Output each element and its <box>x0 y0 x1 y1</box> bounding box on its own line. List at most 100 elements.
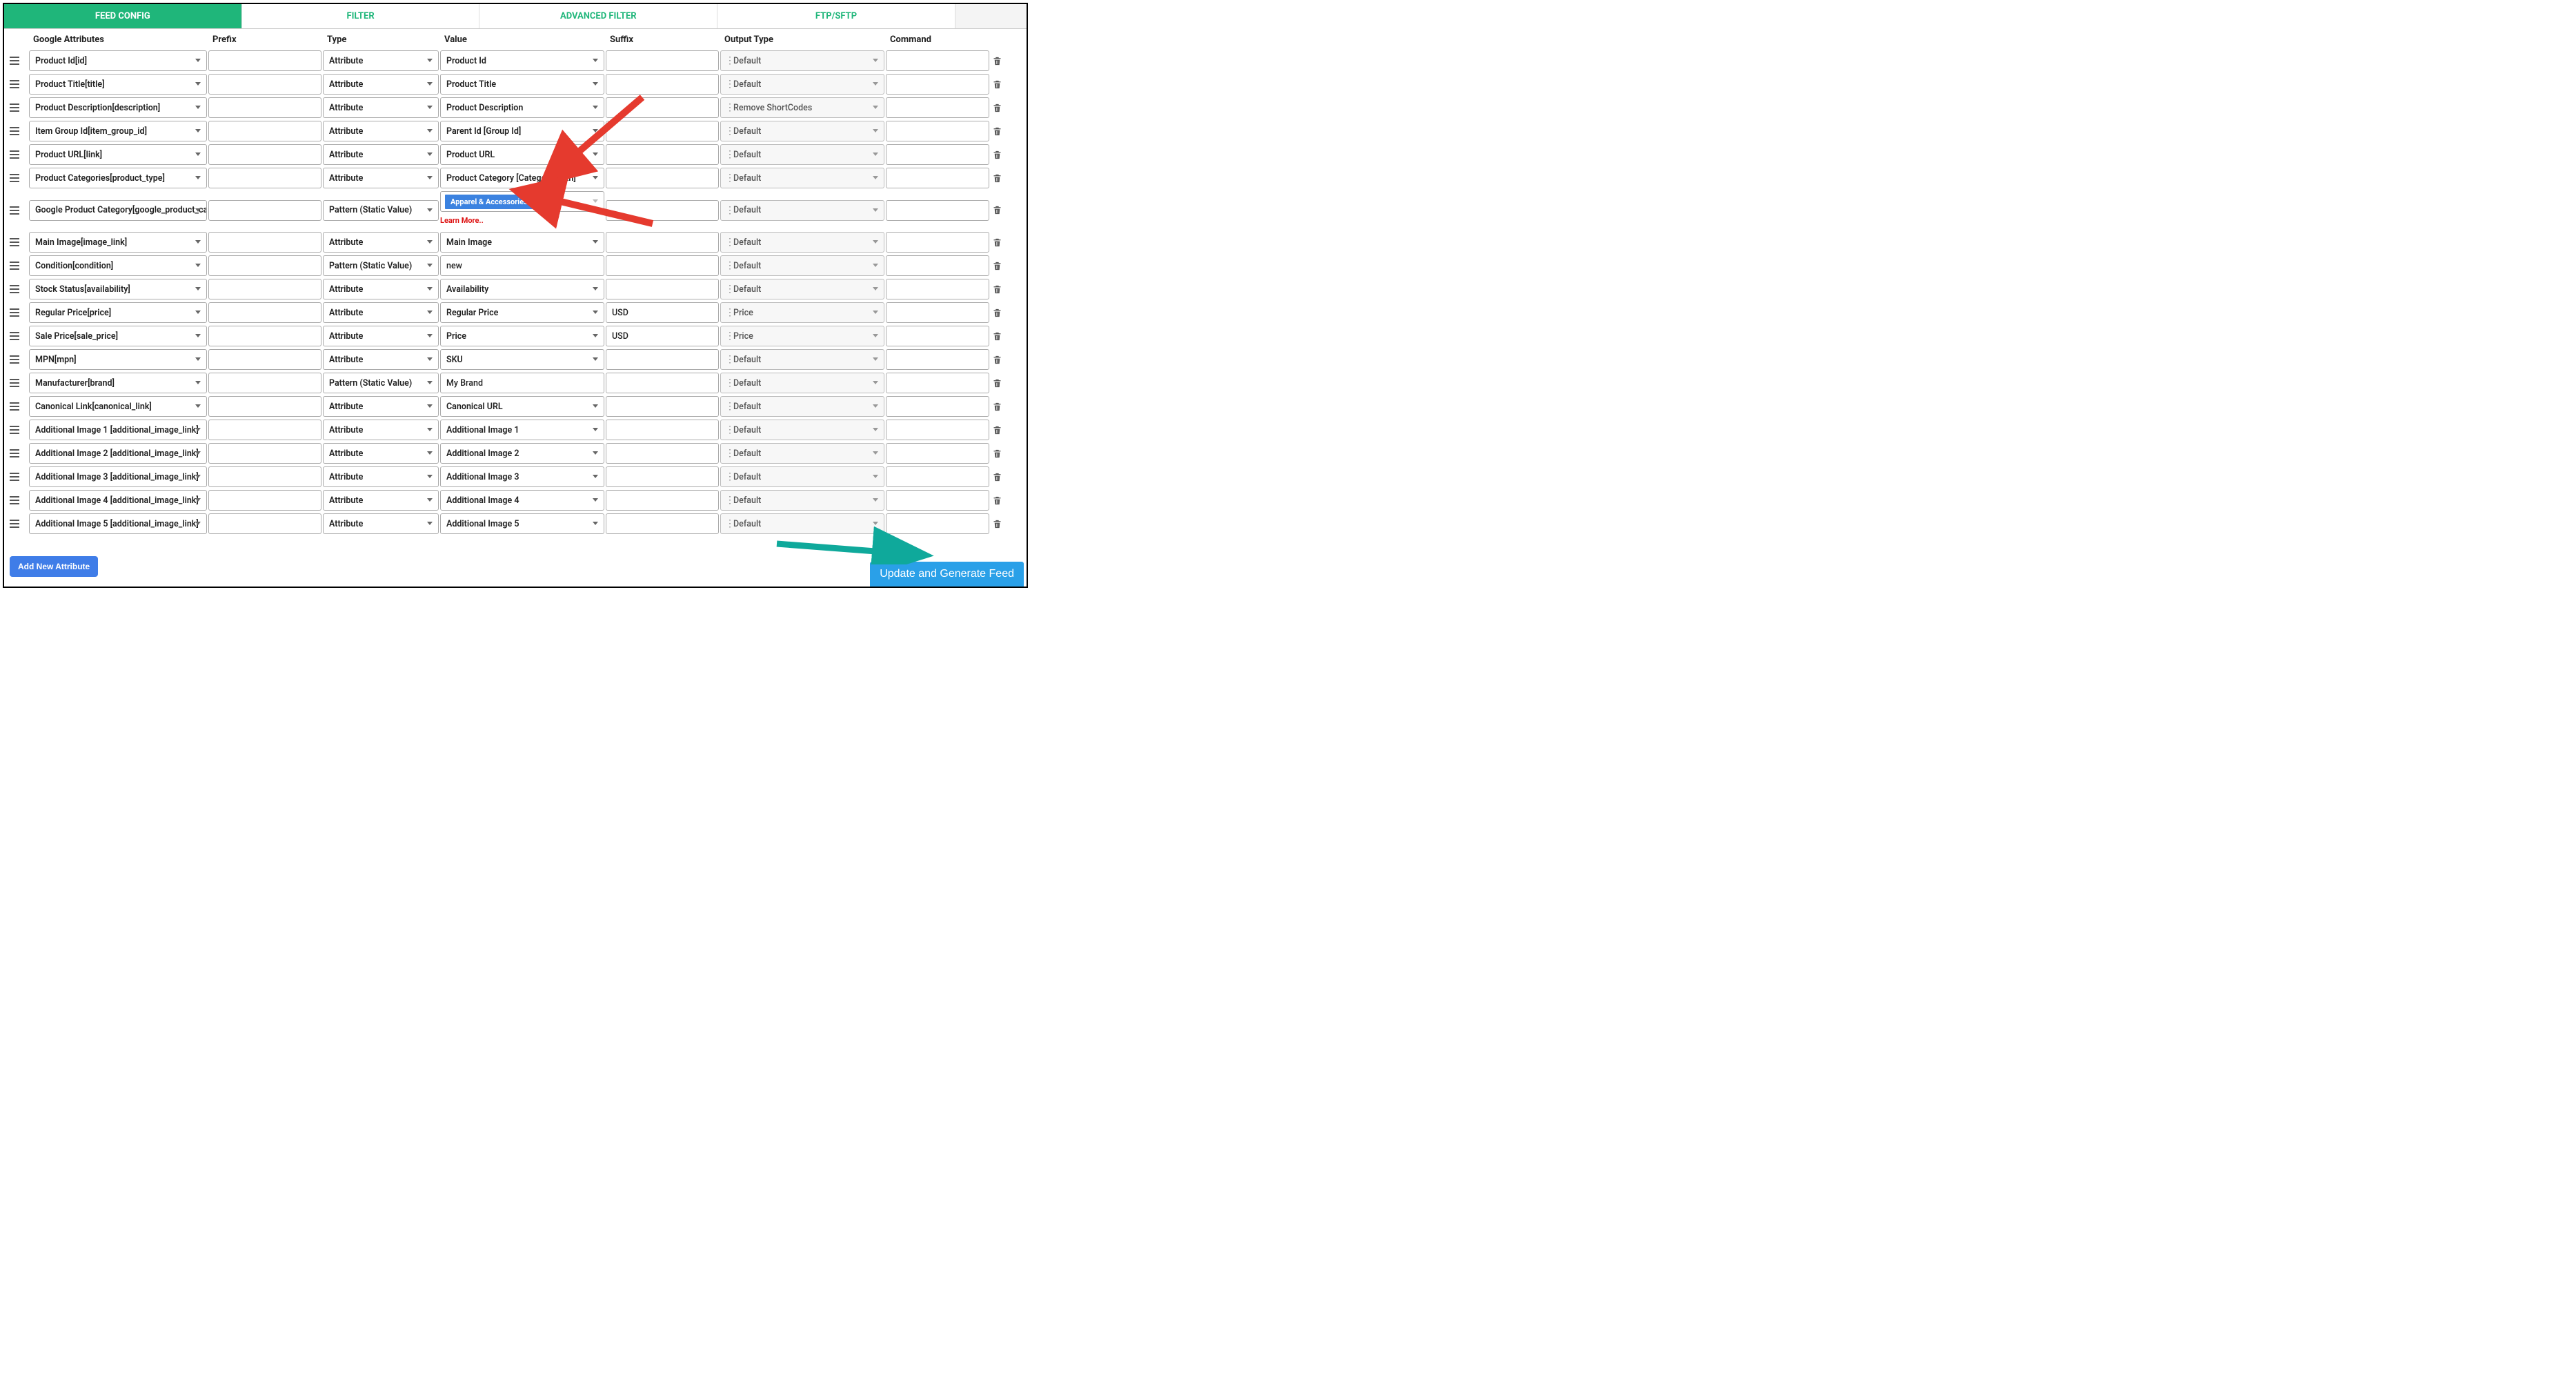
delete-row-icon[interactable] <box>991 124 1003 138</box>
suffix-input[interactable] <box>606 97 719 118</box>
delete-row-icon[interactable] <box>991 517 1003 531</box>
delete-row-icon[interactable] <box>991 101 1003 115</box>
command-input[interactable] <box>886 490 989 511</box>
prefix-input[interactable] <box>208 74 321 95</box>
value-select[interactable]: Product URL <box>440 144 604 165</box>
prefix-input[interactable] <box>208 232 321 253</box>
generate-feed-button[interactable]: Update and Generate Feed <box>870 562 1024 587</box>
command-input[interactable] <box>886 50 989 71</box>
command-input[interactable] <box>886 302 989 323</box>
output-type-select[interactable]: Default <box>720 232 884 253</box>
add-attribute-button[interactable]: Add New Attribute <box>10 556 98 577</box>
google-attribute-select[interactable]: Manufacturer[brand] <box>29 373 207 393</box>
output-type-select[interactable]: Default <box>720 74 884 95</box>
delete-row-icon[interactable] <box>991 77 1003 91</box>
value-select[interactable]: Main Image <box>440 232 604 253</box>
type-select[interactable]: Attribute <box>323 144 439 165</box>
drag-handle-icon[interactable] <box>8 470 22 484</box>
delete-row-icon[interactable] <box>991 171 1003 185</box>
google-attribute-select[interactable]: Additional Image 3 [additional_image_lin… <box>29 466 207 487</box>
value-select[interactable]: Parent Id [Group Id] <box>440 121 604 141</box>
google-attribute-select[interactable]: Canonical Link[canonical_link] <box>29 396 207 417</box>
suffix-input[interactable] <box>606 513 719 534</box>
suffix-input[interactable] <box>606 255 719 276</box>
prefix-input[interactable] <box>208 513 321 534</box>
delete-row-icon[interactable] <box>991 353 1003 366</box>
drag-handle-icon[interactable] <box>8 204 22 217</box>
output-type-select[interactable]: Default <box>720 420 884 440</box>
output-type-select[interactable]: Default <box>720 50 884 71</box>
type-select[interactable]: Attribute <box>323 326 439 346</box>
drag-handle-icon[interactable] <box>8 329 22 343</box>
drag-handle-icon[interactable] <box>8 101 22 115</box>
suffix-input[interactable] <box>606 50 719 71</box>
delete-row-icon[interactable] <box>991 54 1003 68</box>
type-select[interactable]: Attribute <box>323 50 439 71</box>
command-input[interactable] <box>886 420 989 440</box>
delete-row-icon[interactable] <box>991 493 1003 507</box>
drag-handle-icon[interactable] <box>8 376 22 390</box>
delete-row-icon[interactable] <box>991 282 1003 296</box>
drag-handle-icon[interactable] <box>8 306 22 319</box>
command-input[interactable] <box>886 255 989 276</box>
command-input[interactable] <box>886 200 989 221</box>
drag-handle-icon[interactable] <box>8 423 22 437</box>
google-attribute-select[interactable]: Product URL[link] <box>29 144 207 165</box>
google-attribute-select[interactable]: Product Description[description] <box>29 97 207 118</box>
suffix-input[interactable] <box>606 443 719 464</box>
command-input[interactable] <box>886 168 989 188</box>
command-input[interactable] <box>886 396 989 417</box>
drag-handle-icon[interactable] <box>8 124 22 138</box>
delete-row-icon[interactable] <box>991 259 1003 273</box>
delete-row-icon[interactable] <box>991 329 1003 343</box>
output-type-select[interactable]: Default <box>720 373 884 393</box>
google-attribute-select[interactable]: MPN[mpn] <box>29 349 207 370</box>
suffix-input[interactable] <box>606 349 719 370</box>
type-select[interactable]: Attribute <box>323 74 439 95</box>
prefix-input[interactable] <box>208 302 321 323</box>
output-type-select[interactable]: Default <box>720 396 884 417</box>
type-select[interactable]: Attribute <box>323 232 439 253</box>
delete-row-icon[interactable] <box>991 148 1003 161</box>
value-input[interactable]: new <box>440 255 604 276</box>
type-select[interactable]: Attribute <box>323 121 439 141</box>
type-select[interactable]: Pattern (Static Value) <box>323 373 439 393</box>
command-input[interactable] <box>886 466 989 487</box>
value-select[interactable]: Product Description <box>440 97 604 118</box>
prefix-input[interactable] <box>208 121 321 141</box>
command-input[interactable] <box>886 373 989 393</box>
prefix-input[interactable] <box>208 490 321 511</box>
command-input[interactable] <box>886 144 989 165</box>
suffix-input[interactable] <box>606 373 719 393</box>
suffix-input[interactable] <box>606 490 719 511</box>
suffix-input[interactable] <box>606 420 719 440</box>
google-attribute-select[interactable]: Sale Price[sale_price] <box>29 326 207 346</box>
output-type-select[interactable]: Default <box>720 490 884 511</box>
delete-row-icon[interactable] <box>991 470 1003 484</box>
output-type-select[interactable]: Default <box>720 349 884 370</box>
learn-more-link[interactable]: Learn More.. <box>440 212 604 229</box>
command-input[interactable] <box>886 326 989 346</box>
tab-advanced-filter[interactable]: ADVANCED FILTER <box>479 4 717 28</box>
prefix-input[interactable] <box>208 326 321 346</box>
drag-handle-icon[interactable] <box>8 446 22 460</box>
suffix-input[interactable] <box>606 279 719 299</box>
drag-handle-icon[interactable] <box>8 54 22 68</box>
type-select[interactable]: Attribute <box>323 443 439 464</box>
google-attribute-select[interactable]: Item Group Id[item_group_id] <box>29 121 207 141</box>
google-attribute-select[interactable]: Additional Image 4 [additional_image_lin… <box>29 490 207 511</box>
value-select[interactable]: Additional Image 3 <box>440 466 604 487</box>
google-attribute-select[interactable]: Condition[condition] <box>29 255 207 276</box>
value-token-select[interactable]: Apparel & Accessories <box>440 191 604 212</box>
delete-row-icon[interactable] <box>991 204 1003 217</box>
output-type-select[interactable]: Default <box>720 443 884 464</box>
command-input[interactable] <box>886 349 989 370</box>
value-select[interactable]: Additional Image 4 <box>440 490 604 511</box>
type-select[interactable]: Attribute <box>323 396 439 417</box>
suffix-input[interactable] <box>606 74 719 95</box>
type-select[interactable]: Pattern (Static Value) <box>323 255 439 276</box>
value-select[interactable]: Additional Image 1 <box>440 420 604 440</box>
value-select[interactable]: Price <box>440 326 604 346</box>
drag-handle-icon[interactable] <box>8 259 22 273</box>
suffix-input[interactable] <box>606 121 719 141</box>
